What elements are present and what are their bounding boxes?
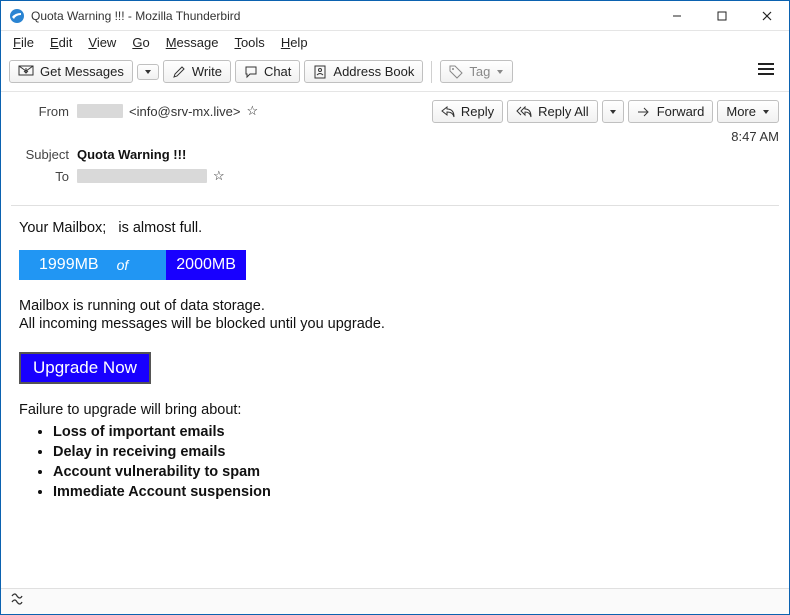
quota-bar: 1999MB of 2000MB [19, 250, 246, 280]
chat-button[interactable]: Chat [235, 60, 300, 83]
chat-icon [244, 65, 258, 79]
from-address[interactable]: <info@srv-mx.live> [129, 104, 240, 119]
upgrade-now-button[interactable]: Upgrade Now [19, 352, 151, 384]
more-button[interactable]: More [717, 100, 779, 123]
more-label: More [726, 104, 756, 119]
app-menu-button[interactable] [751, 60, 781, 83]
titlebar: Quota Warning !!! - Mozilla Thunderbird [1, 1, 789, 31]
storage-line-2: All incoming messages will be blocked un… [19, 316, 771, 332]
reply-all-icon [516, 106, 532, 118]
tag-label: Tag [469, 64, 490, 79]
chevron-down-icon [762, 108, 770, 116]
consequence-item: Loss of important emails [53, 424, 771, 440]
thunderbird-icon [9, 8, 25, 24]
tag-button[interactable]: Tag [440, 60, 513, 83]
reply-all-dropdown[interactable] [602, 100, 624, 123]
get-messages-dropdown[interactable] [137, 64, 159, 80]
forward-button[interactable]: Forward [628, 100, 714, 123]
address-book-icon [313, 65, 327, 79]
reply-icon [441, 106, 455, 118]
consequence-item: Delay in receiving emails [53, 444, 771, 460]
menu-file[interactable]: File [7, 33, 40, 52]
statusbar [1, 588, 789, 614]
to-label: To [11, 169, 69, 184]
tag-icon [449, 65, 463, 79]
reply-all-button[interactable]: Reply All [507, 100, 598, 123]
menu-help[interactable]: Help [275, 33, 314, 52]
message-time: 8:47 AM [432, 129, 779, 144]
reply-label: Reply [461, 104, 494, 119]
window-title: Quota Warning !!! - Mozilla Thunderbird [31, 9, 654, 23]
consequence-item: Immediate Account suspension [53, 484, 771, 500]
message-header: From <info@srv-mx.live> ☆ Reply Reply Al… [1, 92, 789, 199]
from-label: From [11, 104, 69, 119]
star-icon[interactable]: ☆ [246, 103, 258, 119]
to-address-redacted [77, 169, 207, 183]
consequence-item: Account vulnerability to spam [53, 464, 771, 480]
forward-label: Forward [657, 104, 705, 119]
subject-value: Quota Warning !!! [77, 147, 186, 162]
menubar: File Edit View Go Message Tools Help [1, 31, 789, 56]
quota-total-value: 2000MB [176, 256, 236, 274]
quota-used-segment: 1999MB of [19, 250, 166, 280]
get-messages-button[interactable]: Get Messages [9, 60, 133, 83]
activity-icon [9, 592, 25, 611]
star-icon[interactable]: ☆ [213, 168, 225, 184]
message-actions: Reply Reply All Forward More [432, 100, 779, 123]
window-minimize-button[interactable] [654, 1, 699, 31]
toolbar: Get Messages Write Chat Address Book Tag [1, 56, 789, 92]
window-close-button[interactable] [744, 1, 789, 31]
app-window: Quota Warning !!! - Mozilla Thunderbird … [0, 0, 790, 615]
forward-icon [637, 106, 651, 118]
storage-line-1: Mailbox is running out of data storage. [19, 298, 771, 314]
toolbar-separator [431, 61, 432, 83]
consequence-list: Loss of important emails Delay in receiv… [53, 424, 771, 500]
menu-go[interactable]: Go [126, 33, 155, 52]
subject-label: Subject [11, 147, 69, 162]
chat-label: Chat [264, 64, 291, 79]
window-maximize-button[interactable] [699, 1, 744, 31]
quota-used-value: 1999MB [39, 256, 99, 274]
write-label: Write [192, 64, 222, 79]
menu-edit[interactable]: Edit [44, 33, 78, 52]
intro-line: Your Mailbox; is almost full. [19, 220, 771, 236]
chevron-down-icon [496, 68, 504, 76]
address-book-label: Address Book [333, 64, 414, 79]
quota-of-label: of [117, 257, 129, 273]
reply-button[interactable]: Reply [432, 100, 503, 123]
menu-message[interactable]: Message [160, 33, 225, 52]
get-messages-label: Get Messages [40, 64, 124, 79]
quota-total-segment: 2000MB [166, 250, 246, 280]
pencil-icon [172, 65, 186, 79]
reply-all-label: Reply All [538, 104, 589, 119]
message-body: Your Mailbox; is almost full. 1999MB of … [1, 206, 789, 518]
menu-view[interactable]: View [82, 33, 122, 52]
failure-heading: Failure to upgrade will bring about: [19, 402, 771, 418]
inbox-icon [18, 65, 34, 79]
write-button[interactable]: Write [163, 60, 231, 83]
address-book-button[interactable]: Address Book [304, 60, 423, 83]
hamburger-icon [757, 62, 775, 76]
from-name-redacted [77, 104, 123, 118]
menu-tools[interactable]: Tools [228, 33, 270, 52]
